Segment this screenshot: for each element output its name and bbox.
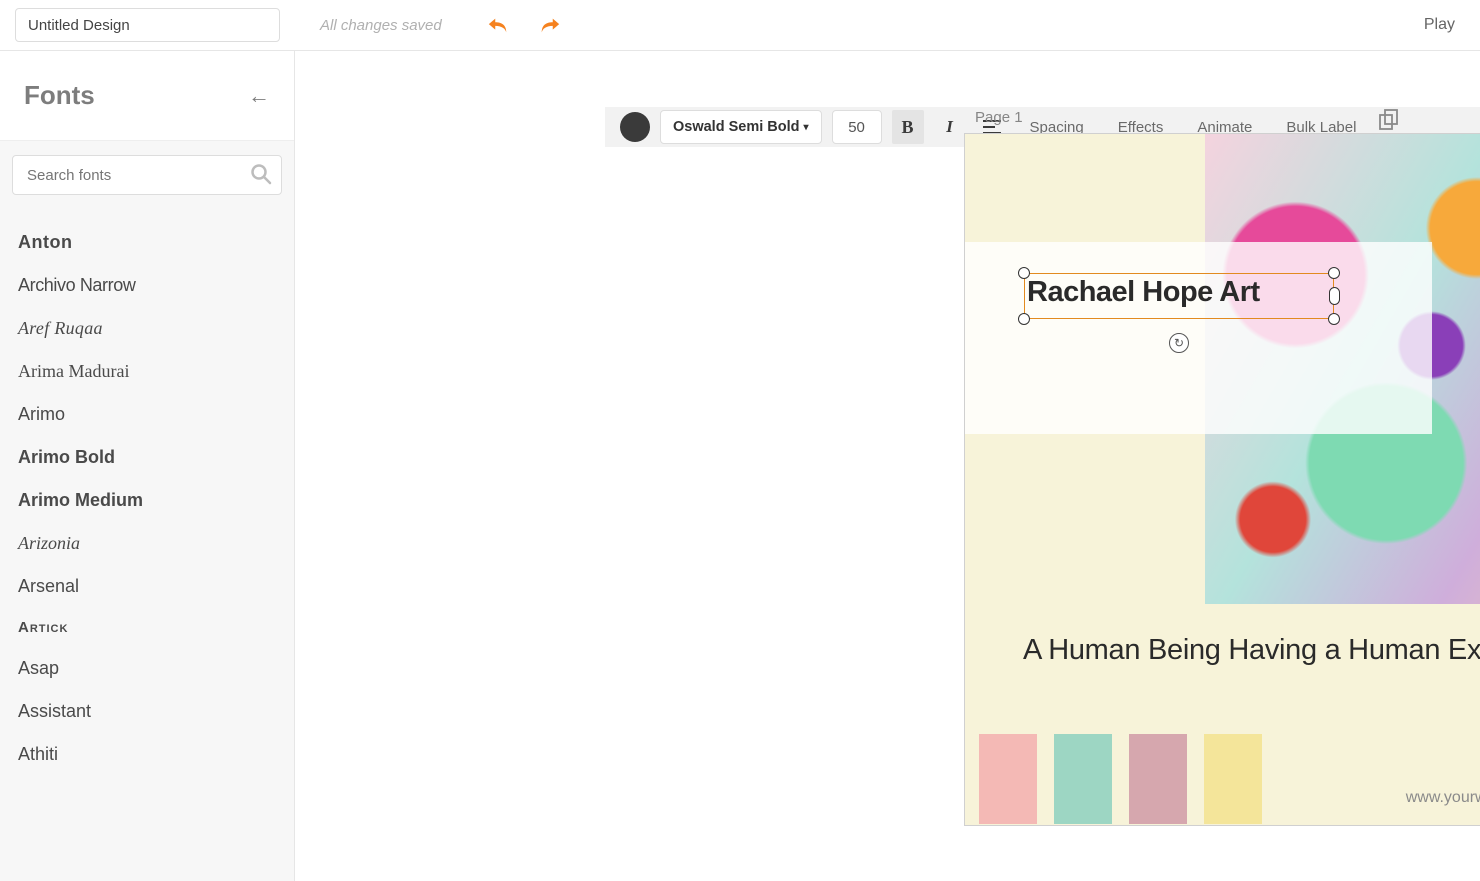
resize-handle-br[interactable] [1328,313,1340,325]
white-overlay-box[interactable] [965,242,1432,434]
font-list[interactable]: AntonArchivo NarrowAref RuqaaArima Madur… [0,141,294,881]
text-color-swatch[interactable] [620,112,650,142]
font-family-select[interactable]: Oswald Semi Bold ▾ [660,110,822,144]
font-item-artick[interactable]: Artick [12,608,282,647]
rotate-handle-icon[interactable]: ↻ [1169,333,1189,353]
search-fonts-input[interactable] [12,155,282,195]
redo-icon[interactable] [539,14,561,36]
resize-handle-tl[interactable] [1018,267,1030,279]
font-item-arima-madurai[interactable]: Arima Madurai [12,350,282,393]
undo-icon[interactable] [487,14,509,36]
font-name-label: Oswald Semi Bold [673,119,800,135]
fonts-sidebar: Fonts ← AntonArchivo NarrowAref RuqaaAri… [0,51,295,881]
duplicate-page-icon[interactable] [1378,109,1400,136]
font-size-input[interactable] [832,110,882,144]
play-button[interactable]: Play [1424,16,1455,34]
font-item-athiti[interactable]: Athiti [12,733,282,776]
back-arrow-icon[interactable]: ← [248,83,270,109]
font-item-aref-ruqaa[interactable]: Aref Ruqaa [12,307,282,350]
design-title-input[interactable] [15,8,280,42]
selected-text-box[interactable]: Rachael Hope Art ↻ [1024,273,1334,319]
resize-handle-tr[interactable] [1328,267,1340,279]
title-text[interactable]: Rachael Hope Art [1027,276,1260,309]
font-item-arimo[interactable]: Arimo [12,393,282,436]
swatch-2[interactable] [1054,734,1112,824]
font-item-arimo-bold[interactable]: Arimo Bold [12,436,282,479]
sidebar-title: Fonts [24,80,95,111]
swatch-1[interactable] [979,734,1037,824]
sidebar-header: Fonts ← [0,51,294,141]
subtitle-text[interactable]: A Human Being Having a Human Experience [1023,634,1480,667]
font-item-archivo-narrow[interactable]: Archivo Narrow [12,264,282,307]
italic-button[interactable]: I [934,110,966,144]
font-item-assistant[interactable]: Assistant [12,690,282,733]
font-item-arizonia[interactable]: Arizonia [12,522,282,565]
swatch-4[interactable] [1204,734,1262,824]
font-item-anton[interactable]: Anton [12,221,282,264]
design-page[interactable]: Rachael Hope Art ↻ A Human Being Having … [964,133,1480,826]
top-bar: All changes saved Play [0,0,1480,51]
font-item-arimo-medium[interactable]: Arimo Medium [12,479,282,522]
search-icon[interactable] [250,163,272,190]
bold-button[interactable]: B [892,110,924,144]
canvas-area[interactable]: Oswald Semi Bold ▾ B I Spacing Effects A… [295,51,1480,881]
chevron-down-icon: ▾ [804,122,809,133]
font-item-asap[interactable]: Asap [12,647,282,690]
color-swatch-row [979,734,1262,824]
resize-handle-bl[interactable] [1018,313,1030,325]
page-label: Page 1 [975,109,1023,126]
website-text[interactable]: www.yourwebsitehere.com [1406,789,1480,807]
save-status: All changes saved [320,17,442,34]
resize-handle-right[interactable] [1329,287,1340,305]
font-item-arsenal[interactable]: Arsenal [12,565,282,608]
swatch-3[interactable] [1129,734,1187,824]
